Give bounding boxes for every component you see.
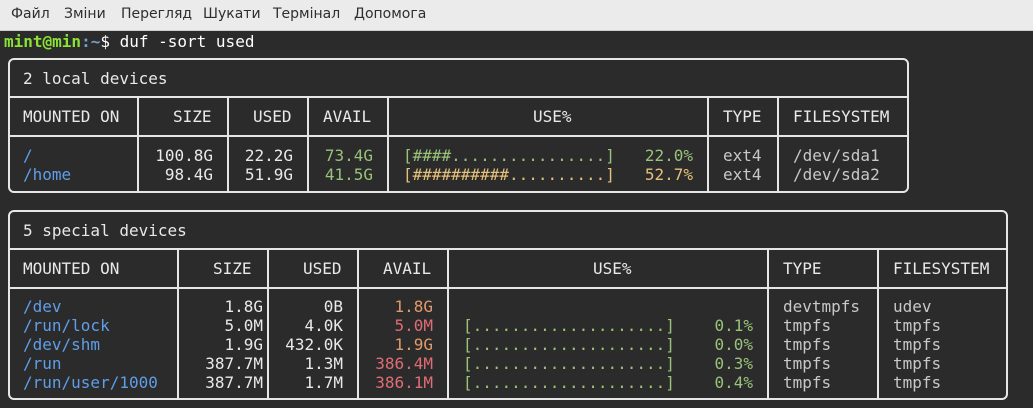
local-col-divider bbox=[137, 96, 139, 192]
special-col-divider bbox=[177, 248, 179, 399]
filesystem-device: tmpfs bbox=[893, 354, 942, 373]
local-col-divider bbox=[227, 96, 229, 192]
used-value: 1.3M bbox=[304, 354, 343, 373]
fs-type: tmpfs bbox=[783, 373, 832, 392]
special-header-divider bbox=[8, 287, 1008, 289]
mount-point: /dev/shm bbox=[23, 335, 101, 354]
fs-type: tmpfs bbox=[783, 354, 832, 373]
fs-type: tmpfs bbox=[783, 316, 832, 335]
filesystem-device: tmpfs bbox=[893, 335, 942, 354]
menu-file[interactable]: Файл bbox=[11, 6, 50, 22]
special-header-used: USED bbox=[303, 259, 342, 278]
used-value: 432.0K bbox=[285, 335, 343, 354]
usage-bar: [....................] bbox=[463, 354, 675, 373]
prompt-user-host: mint@min bbox=[4, 32, 82, 51]
menu-help[interactable]: Допомога bbox=[354, 6, 426, 22]
menu-bar: Файл Зміни Перегляд Шукати Термінал Допо… bbox=[0, 0, 1033, 31]
filesystem-device: tmpfs bbox=[893, 316, 942, 335]
fs-type: devtmpfs bbox=[783, 297, 861, 316]
avail-value: 1.8G bbox=[394, 297, 433, 316]
menu-view[interactable]: Перегляд bbox=[121, 6, 192, 22]
local-title-divider bbox=[8, 96, 909, 98]
usage-bar: [##########..........] bbox=[403, 165, 615, 184]
local-col-divider bbox=[387, 96, 389, 192]
used-value: 1.7M bbox=[304, 373, 343, 392]
special-col-divider bbox=[877, 248, 879, 399]
special-header-type: TYPE bbox=[783, 259, 822, 278]
size-value: 1.8G bbox=[224, 297, 263, 316]
used-value: 4.0K bbox=[304, 316, 343, 335]
avail-value: 5.0M bbox=[394, 316, 433, 335]
local-header-filesystem: FILESYSTEM bbox=[793, 107, 890, 126]
local-col-divider bbox=[777, 96, 779, 192]
mount-point: /dev bbox=[23, 297, 62, 316]
usage-percent: 0.0% bbox=[714, 335, 753, 354]
special-col-divider bbox=[357, 248, 359, 399]
used-value: 0B bbox=[323, 297, 343, 316]
avail-value: 73.4G bbox=[324, 146, 373, 165]
special-panel-title: 5 special devices bbox=[23, 221, 187, 240]
usage-percent: 0.4% bbox=[714, 373, 753, 392]
prompt-path: :~ bbox=[81, 32, 101, 51]
fs-type: ext4 bbox=[723, 165, 762, 184]
special-col-divider bbox=[267, 248, 269, 399]
command-text: duf -sort used bbox=[119, 32, 255, 51]
local-col-divider bbox=[307, 96, 309, 192]
fs-type: tmpfs bbox=[783, 335, 832, 354]
local-header-type: TYPE bbox=[723, 107, 762, 126]
usage-bar: [....................] bbox=[463, 373, 675, 392]
local-col-divider bbox=[707, 96, 709, 192]
special-title-divider bbox=[8, 248, 1008, 250]
filesystem-device: /dev/sda1 bbox=[793, 146, 880, 165]
mount-point: / bbox=[23, 146, 33, 165]
special-col-divider bbox=[447, 248, 449, 399]
local-header-avail: AVAIL bbox=[323, 107, 372, 126]
special-header-size: SIZE bbox=[213, 259, 252, 278]
special-col-divider bbox=[767, 248, 769, 399]
special-header-avail: AVAIL bbox=[383, 259, 432, 278]
usage-percent: 0.3% bbox=[714, 354, 753, 373]
command-line: mint@min:~$ duf -sort used bbox=[4, 32, 254, 51]
used-value: 22.2G bbox=[244, 146, 293, 165]
mount-point: /run bbox=[23, 354, 62, 373]
usage-bar: [....................] bbox=[463, 316, 675, 335]
local-header-mounted: MOUNTED ON bbox=[23, 107, 120, 126]
filesystem-device: /dev/sda2 bbox=[793, 165, 880, 184]
local-header-used: USED bbox=[253, 107, 292, 126]
menu-edit[interactable]: Зміни bbox=[64, 6, 106, 22]
avail-value: 386.4M bbox=[375, 354, 433, 373]
mount-point: /run/user/1000 bbox=[23, 373, 158, 392]
mount-point: /run/lock bbox=[23, 316, 110, 335]
usage-percent: 52.7% bbox=[644, 165, 693, 184]
avail-value: 41.5G bbox=[324, 165, 373, 184]
fs-type: ext4 bbox=[723, 146, 762, 165]
menu-search[interactable]: Шукати bbox=[203, 6, 261, 22]
usage-percent: 0.1% bbox=[714, 316, 753, 335]
local-panel-title: 2 local devices bbox=[23, 69, 168, 88]
local-header-use: USE% bbox=[533, 107, 572, 126]
size-value: 98.4G bbox=[164, 165, 213, 184]
filesystem-device: tmpfs bbox=[893, 373, 942, 392]
size-value: 387.7M bbox=[205, 354, 263, 373]
used-value: 51.9G bbox=[244, 165, 293, 184]
mount-point: /home bbox=[23, 165, 72, 184]
usage-bar: [....................] bbox=[463, 335, 675, 354]
size-value: 1.9G bbox=[224, 335, 263, 354]
avail-value: 1.9G bbox=[394, 335, 433, 354]
special-header-mounted: MOUNTED ON bbox=[23, 259, 120, 278]
special-header-filesystem: FILESYSTEM bbox=[893, 259, 990, 278]
prompt-symbol: $ bbox=[100, 32, 120, 51]
local-header-size: SIZE bbox=[173, 107, 212, 126]
size-value: 387.7M bbox=[205, 373, 263, 392]
local-header-divider bbox=[8, 135, 909, 137]
special-header-use: USE% bbox=[593, 259, 632, 278]
usage-bar: [####................] bbox=[403, 146, 615, 165]
avail-value: 386.1M bbox=[375, 373, 433, 392]
size-value: 100.8G bbox=[155, 146, 213, 165]
filesystem-device: udev bbox=[893, 297, 932, 316]
size-value: 5.0M bbox=[224, 316, 263, 335]
usage-percent: 22.0% bbox=[644, 146, 693, 165]
menu-terminal[interactable]: Термінал bbox=[273, 6, 340, 22]
